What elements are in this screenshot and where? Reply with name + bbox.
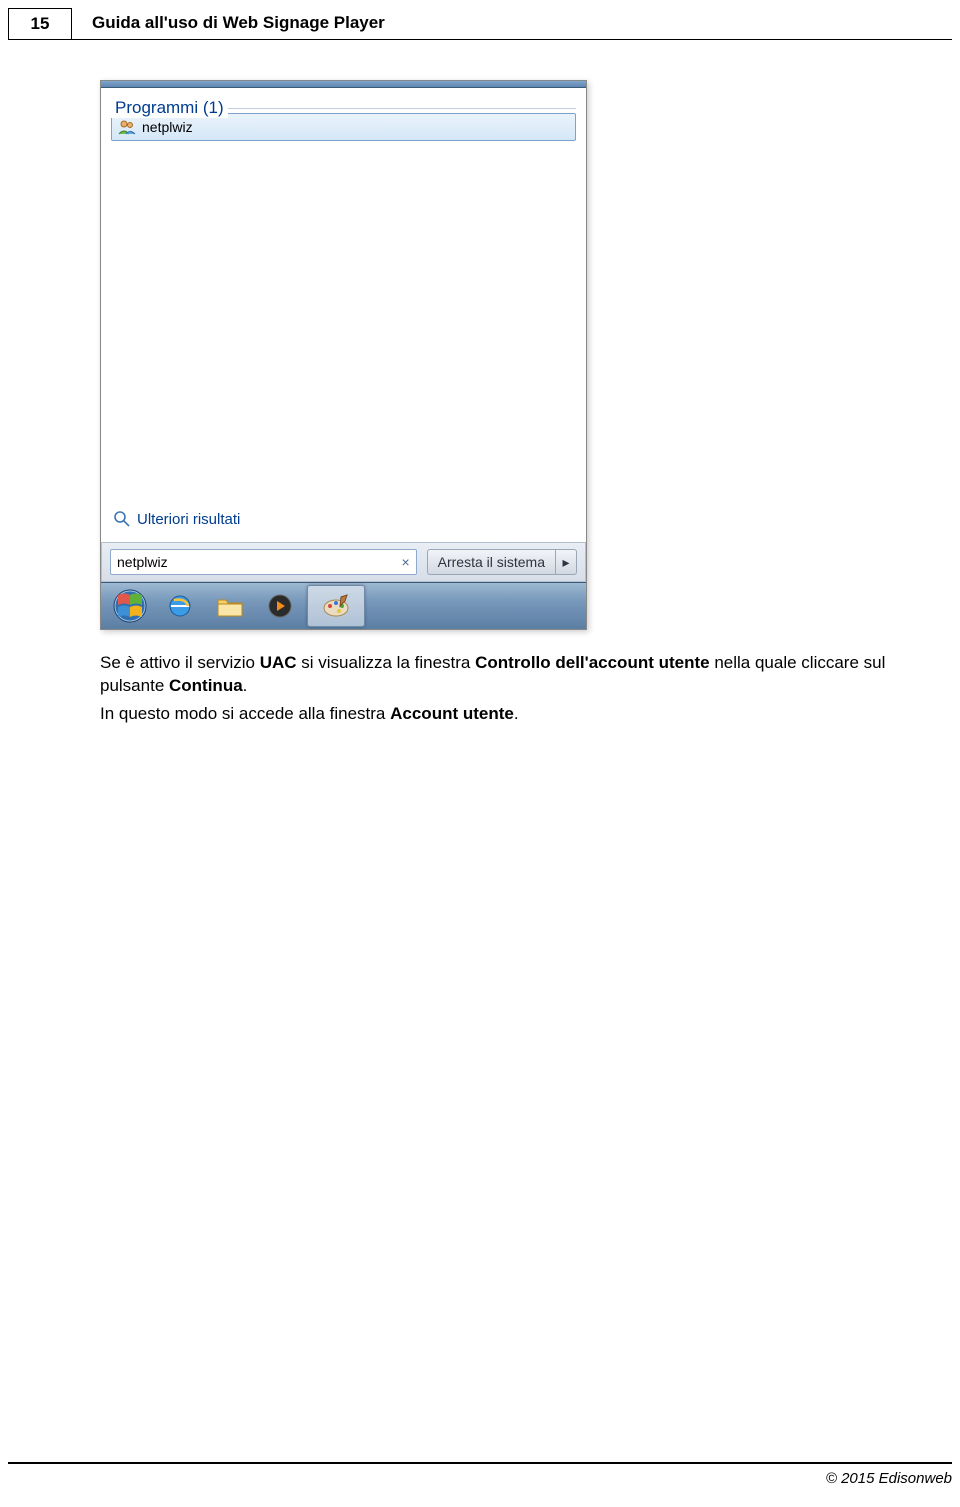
- shutdown-label: Arresta il sistema: [438, 554, 545, 570]
- window-titlebar: [101, 81, 586, 88]
- taskbar: [101, 582, 586, 629]
- users-icon: [118, 118, 136, 136]
- startmenu-bottom-bar: netplwiz × Arresta il sistema ▸: [101, 542, 586, 582]
- paint-icon: [321, 593, 351, 619]
- search-input[interactable]: netplwiz ×: [110, 549, 417, 575]
- page-title: Guida all'uso di Web Signage Player: [72, 8, 952, 40]
- startmenu-screenshot: Programmi (1) netplwiz: [100, 80, 587, 630]
- copyright: © 2015 Edisonweb: [826, 1470, 952, 1487]
- clear-search-icon[interactable]: ×: [401, 554, 409, 570]
- ie-icon: [166, 592, 194, 620]
- taskbar-mediaplayer[interactable]: [257, 589, 303, 623]
- taskbar-paint-active[interactable]: [307, 585, 365, 627]
- search-input-value: netplwiz: [117, 554, 168, 570]
- more-results-link[interactable]: Ulteriori risultati: [111, 504, 576, 538]
- media-player-icon: [267, 593, 293, 619]
- paragraph-2: In questo modo si accede alla finestra A…: [100, 703, 900, 726]
- page-number: 15: [8, 8, 72, 40]
- search-result-label: netplwiz: [142, 119, 193, 135]
- body-text: Se è attivo il servizio UAC si visualizz…: [100, 652, 900, 726]
- paragraph-1: Se è attivo il servizio UAC si visualizz…: [100, 652, 900, 698]
- programs-group-label: Programmi (1): [111, 98, 228, 118]
- chevron-right-icon: ▸: [562, 554, 569, 571]
- taskbar-explorer[interactable]: [207, 589, 253, 623]
- taskbar-ie[interactable]: [157, 589, 203, 623]
- page-footer: © 2015 Edisonweb: [8, 1462, 952, 1487]
- shutdown-menu-arrow[interactable]: ▸: [555, 549, 577, 575]
- windows-orb-icon: [112, 588, 148, 624]
- shutdown-button[interactable]: Arresta il sistema: [427, 549, 555, 575]
- start-button[interactable]: [107, 589, 153, 623]
- search-icon: [113, 510, 131, 528]
- more-results-label: Ulteriori risultati: [137, 511, 240, 528]
- folder-icon: [216, 594, 244, 618]
- results-empty-area: [111, 149, 576, 504]
